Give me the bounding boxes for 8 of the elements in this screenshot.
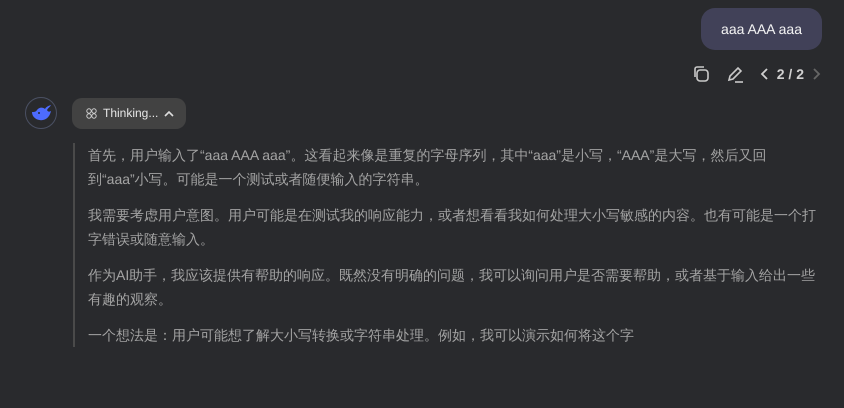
thinking-paragraph: 作为AI助手，我应该提供有帮助的响应。既然没有明确的问题，我可以询问用户是否需要帮助，或者基于输入给出一些有趣的观察。 <box>88 266 816 309</box>
thinking-paragraph: 我需要考虑用户意图。用户可能是在测试我的响应能力，或者想看看我如何处理大小写敏感的内容。也有可能是一个打字错误或随意输入。 <box>88 206 817 249</box>
thinking-toggle[interactable]: Thinking... <box>72 98 186 128</box>
user-message: aaa AAA aaa <box>701 8 822 50</box>
caret-icon <box>164 110 174 116</box>
page-counter: 2 / 2 <box>776 66 804 82</box>
thinking-paragraph: 一个想法是：用户可能想了解大小写转换或字符串处理。例如，我可以演示如何将这个字 <box>88 326 635 345</box>
thinking-paragraph: 首先，用户输入了“aaa AAA aaa”。这看起来像是重复的字母序列，其中“aaa”是小写，“AAA”是大写，然后又回到“aaa”小写。可能是一个测试或者随便输入的字符串。 <box>88 146 768 189</box>
